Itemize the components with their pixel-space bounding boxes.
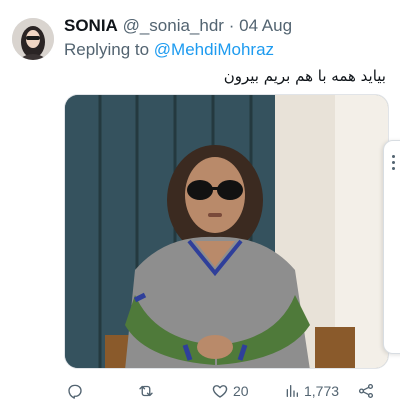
replying-to: Replying to @MehdiMohraz — [64, 40, 274, 60]
reply-icon — [66, 382, 84, 400]
avatar[interactable] — [12, 18, 54, 60]
like-button[interactable]: 20 — [211, 378, 249, 404]
views-button[interactable]: 1,773 — [284, 378, 339, 404]
reply-button[interactable] — [66, 378, 88, 404]
tweet-header: SONIA @_sonia_hdr · 04 Aug — [64, 16, 292, 36]
retweet-button[interactable] — [136, 378, 160, 404]
side-card[interactable] — [383, 140, 400, 354]
tweet-image[interactable] — [64, 94, 389, 369]
share-button[interactable] — [357, 378, 375, 404]
separator: · — [228, 16, 235, 35]
action-bar: 20 1,773 — [0, 378, 400, 404]
share-icon — [357, 382, 375, 400]
user-handle[interactable]: @_sonia_hdr — [123, 16, 224, 35]
like-count: 20 — [233, 383, 249, 399]
views-icon — [284, 382, 300, 400]
more-dots-icon[interactable] — [392, 155, 398, 173]
views-count: 1,773 — [304, 383, 340, 399]
tweet-date[interactable]: 04 Aug — [239, 16, 292, 35]
tweet[interactable]: SONIA @_sonia_hdr · 04 Aug Replying to @… — [0, 0, 400, 415]
display-name[interactable]: SONIA — [64, 16, 118, 35]
retweet-icon — [136, 382, 156, 400]
reply-mention-link[interactable]: @MehdiMohraz — [154, 40, 274, 59]
replying-prefix: Replying to — [64, 40, 150, 59]
heart-icon — [211, 382, 229, 400]
tweet-text: بیاید همه با هم بریم بیرون — [223, 67, 386, 85]
